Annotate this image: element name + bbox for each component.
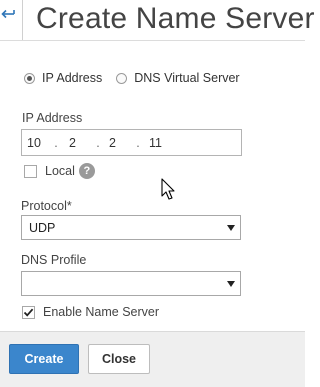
chevron-down-icon <box>227 224 235 231</box>
chevron-down-icon <box>227 280 235 287</box>
radio-selected-dot <box>27 75 32 81</box>
server-type-selector: IP Address DNS Virtual Server <box>24 70 254 86</box>
ip-separator: . <box>96 135 100 150</box>
radio-dns-virtual-server-label[interactable]: DNS Virtual Server <box>134 71 239 85</box>
dns-profile-label: DNS Profile <box>21 253 87 267</box>
checkmark-icon <box>23 308 34 317</box>
protocol-value: UDP <box>29 220 56 235</box>
local-option: Local ? <box>24 163 95 179</box>
ip-separator: . <box>136 135 140 150</box>
ip-octet-4[interactable]: 11 <box>149 136 171 150</box>
create-button[interactable]: Create <box>9 344 79 374</box>
local-checkbox[interactable] <box>24 164 37 178</box>
ip-octet-3[interactable]: 2 <box>109 136 131 150</box>
ip-octet-1[interactable]: 10 <box>27 136 49 150</box>
ip-address-input[interactable]: 10 . 2 . 2 . 11 <box>21 129 242 156</box>
mouse-pointer-icon <box>161 178 175 200</box>
back-arrow-icon[interactable] <box>0 2 18 22</box>
dns-profile-select[interactable] <box>21 271 241 296</box>
radio-ip-address-label[interactable]: IP Address <box>42 71 102 85</box>
page-title: Create Name Server <box>36 2 315 35</box>
radio-ip-address[interactable] <box>24 72 35 84</box>
local-label[interactable]: Local <box>45 164 75 178</box>
help-icon[interactable]: ? <box>78 163 95 179</box>
enable-name-server-label[interactable]: Enable Name Server <box>43 305 159 319</box>
ip-octet-2[interactable]: 2 <box>69 136 91 150</box>
enable-name-server-checkbox[interactable] <box>22 305 35 319</box>
close-button[interactable]: Close <box>88 344 150 374</box>
title-separator <box>22 0 23 40</box>
enable-name-server-option: Enable Name Server <box>22 305 159 319</box>
ip-address-label: IP Address <box>22 111 83 125</box>
header: Create Name Server <box>0 0 315 41</box>
footer-bar: Create Close <box>0 331 305 387</box>
protocol-select[interactable]: UDP <box>21 215 241 240</box>
protocol-label: Protocol* <box>21 199 72 213</box>
ip-separator: . <box>54 135 58 150</box>
radio-dns-virtual-server[interactable] <box>116 72 128 84</box>
